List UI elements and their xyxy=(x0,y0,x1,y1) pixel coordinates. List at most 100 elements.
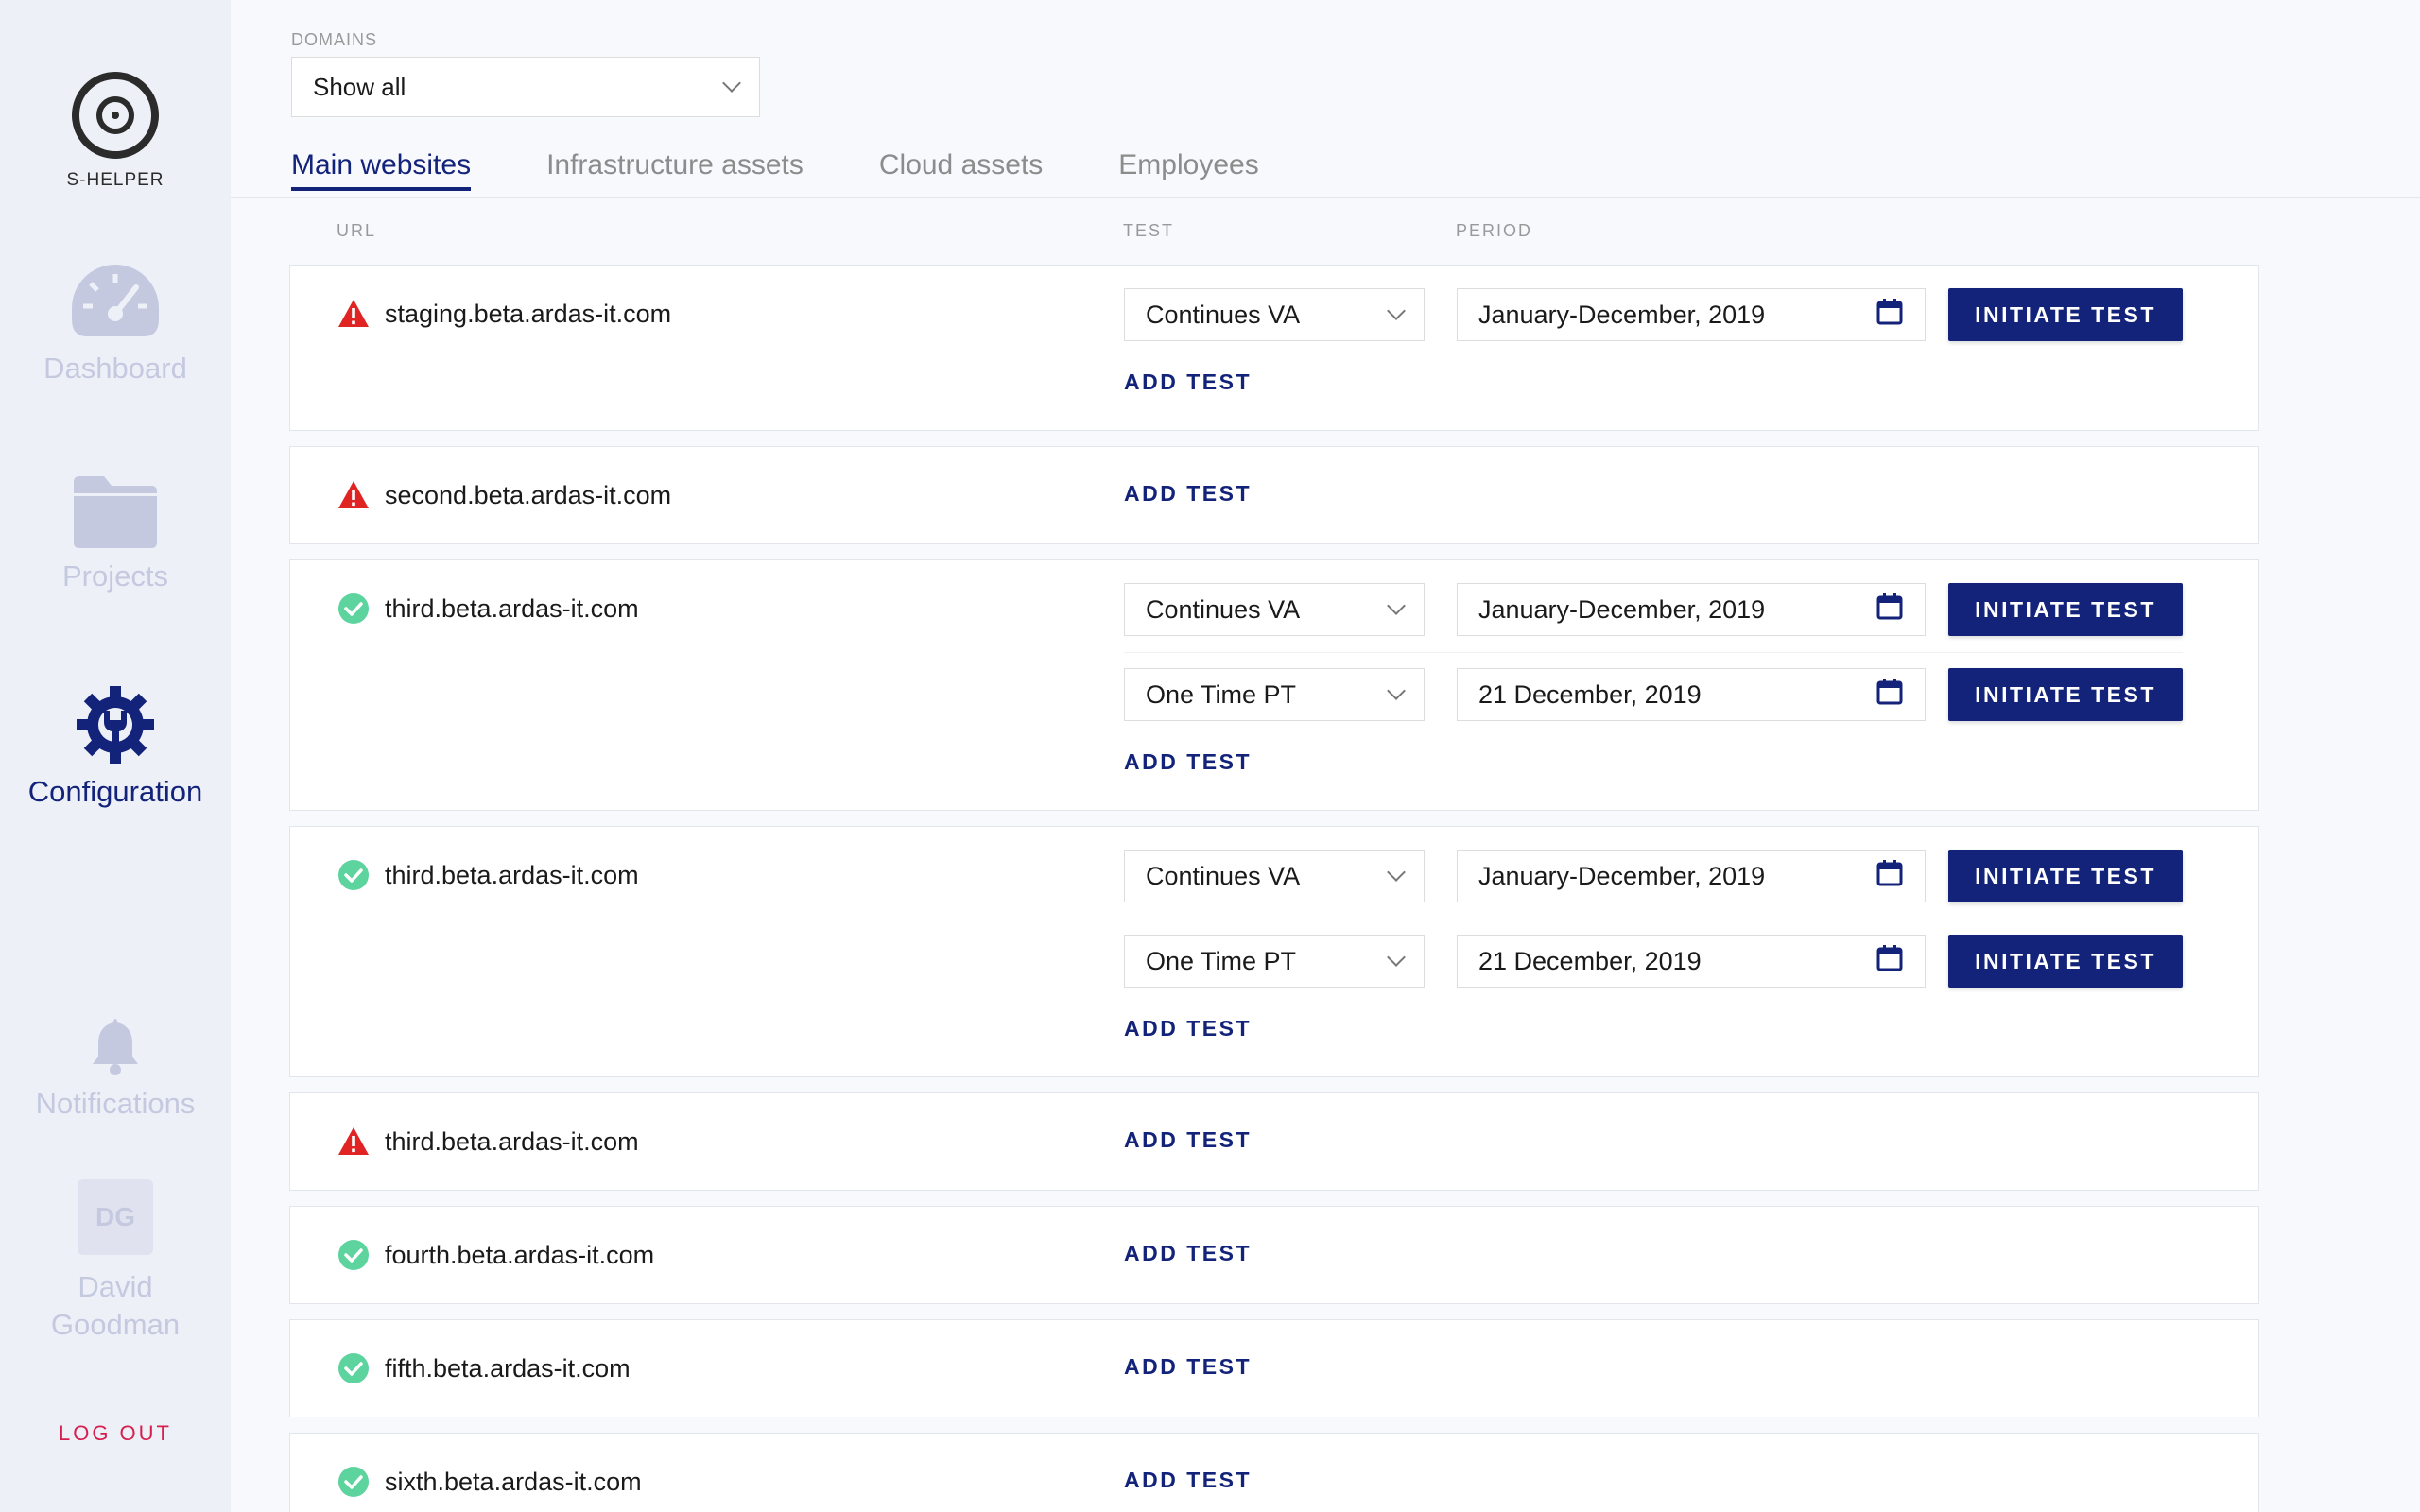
initiate-test-button[interactable]: INITIATE TEST xyxy=(1948,935,2183,988)
tab-bar: Main websites Infrastructure assets Clou… xyxy=(291,149,1335,191)
add-test-button[interactable]: ADD TEST xyxy=(1124,1241,1252,1266)
calendar-icon[interactable] xyxy=(1876,678,1904,713)
period-value: 21 December, 2019 xyxy=(1478,946,1702,975)
row-url: fifth.beta.ardas-it.com xyxy=(385,1354,631,1383)
add-test-button[interactable]: ADD TEST xyxy=(1124,1127,1252,1153)
bell-icon xyxy=(93,1019,138,1075)
test-type-select[interactable]: One Time PT xyxy=(1124,668,1425,721)
initiate-test-button[interactable]: INITIATE TEST xyxy=(1948,668,2183,721)
tab-cloud-assets[interactable]: Cloud assets xyxy=(879,149,1043,191)
chevron-down-icon xyxy=(1387,596,1406,615)
row-url: staging.beta.ardas-it.com xyxy=(385,300,672,328)
row-url: sixth.beta.ardas-it.com xyxy=(385,1468,642,1496)
period-input[interactable]: January-December, 2019 xyxy=(1457,288,1926,341)
table-row: fifth.beta.ardas-it.com ADD TEST xyxy=(289,1319,2259,1418)
chevron-down-icon xyxy=(1387,948,1406,967)
check-circle-icon xyxy=(337,1466,370,1498)
initiate-test-button[interactable]: INITIATE TEST xyxy=(1948,850,2183,902)
calendar-icon[interactable] xyxy=(1876,298,1904,333)
table-row: third.beta.ardas-it.com ADD TEST xyxy=(289,1092,2259,1191)
initiate-test-button[interactable]: INITIATE TEST xyxy=(1948,288,2183,341)
chevron-down-icon xyxy=(1387,681,1406,700)
add-test-button[interactable]: ADD TEST xyxy=(1124,481,1252,507)
domains-selected-value: Show all xyxy=(313,72,406,101)
tabs-divider xyxy=(231,197,2420,198)
check-circle-icon xyxy=(337,859,370,891)
test-type-value: Continues VA xyxy=(1146,300,1301,329)
table-row: third.beta.ardas-it.com Continues VA Janua… xyxy=(289,826,2259,1077)
test-type-select[interactable]: Continues VA xyxy=(1124,850,1425,902)
calendar-icon[interactable] xyxy=(1876,593,1904,627)
nav-dashboard[interactable]: Dashboard xyxy=(0,261,231,386)
test-type-select[interactable]: One Time PT xyxy=(1124,935,1425,988)
nav-projects[interactable]: Projects xyxy=(0,472,231,593)
period-value: January-December, 2019 xyxy=(1478,594,1766,624)
chevron-down-icon xyxy=(1387,863,1406,882)
nav-notifications[interactable]: Notifications xyxy=(0,1015,231,1121)
add-test-button[interactable]: ADD TEST xyxy=(1124,1016,1252,1041)
period-value: January-December, 2019 xyxy=(1478,861,1766,890)
calendar-icon[interactable] xyxy=(1876,859,1904,894)
warning-icon xyxy=(337,298,370,330)
nav-projects-label: Projects xyxy=(62,559,168,593)
table-row: staging.beta.ardas-it.com Continues VA Jan… xyxy=(289,265,2259,431)
warning-icon xyxy=(337,479,370,511)
tab-main-websites[interactable]: Main websites xyxy=(291,149,472,191)
period-input[interactable]: 21 December, 2019 xyxy=(1457,935,1926,988)
row-url: second.beta.ardas-it.com xyxy=(385,481,672,509)
test-type-value: Continues VA xyxy=(1146,594,1301,624)
domains-label: DOMAINS xyxy=(291,30,378,49)
user-profile[interactable]: DG David Goodman xyxy=(0,1179,231,1344)
period-input[interactable]: January-December, 2019 xyxy=(1457,850,1926,902)
column-header-url: URL xyxy=(337,221,377,240)
folder-icon xyxy=(74,476,157,548)
add-test-button[interactable]: ADD TEST xyxy=(1124,1468,1252,1493)
search-lock-icon xyxy=(72,72,159,159)
test-divider xyxy=(1124,652,2183,653)
calendar-icon[interactable] xyxy=(1876,944,1904,979)
avatar: DG xyxy=(78,1179,153,1255)
row-url: fourth.beta.ardas-it.com xyxy=(385,1241,655,1269)
user-name: David Goodman xyxy=(50,1270,181,1341)
test-type-select[interactable]: Continues VA xyxy=(1124,288,1425,341)
add-test-button[interactable]: ADD TEST xyxy=(1124,1354,1252,1380)
row-url: third.beta.ardas-it.com xyxy=(385,861,639,889)
column-header-period: PERIOD xyxy=(1456,221,1533,240)
warning-icon xyxy=(337,1125,370,1158)
nav-notifications-label: Notifications xyxy=(35,1087,196,1120)
column-header-test: TEST xyxy=(1123,221,1175,240)
row-url: third.beta.ardas-it.com xyxy=(385,594,639,623)
gear-wrench-icon xyxy=(77,686,154,764)
tab-infrastructure-assets[interactable]: Infrastructure assets xyxy=(546,149,804,191)
speedometer-icon xyxy=(72,265,159,336)
table-row: sixth.beta.ardas-it.com ADD TEST xyxy=(289,1433,2259,1512)
nav-configuration[interactable]: Configuration xyxy=(0,684,231,809)
domains-select[interactable]: Show all xyxy=(291,57,760,117)
test-type-select[interactable]: Continues VA xyxy=(1124,583,1425,636)
check-circle-icon xyxy=(337,1239,370,1271)
row-url: third.beta.ardas-it.com xyxy=(385,1127,639,1156)
brand-name: S-HELPER xyxy=(66,170,164,190)
add-test-button[interactable]: ADD TEST xyxy=(1124,749,1252,775)
chevron-down-icon xyxy=(1387,301,1406,320)
period-input[interactable]: January-December, 2019 xyxy=(1457,583,1926,636)
test-type-value: One Time PT xyxy=(1146,679,1297,709)
table-row: third.beta.ardas-it.com Continues VA Janua… xyxy=(289,559,2259,811)
period-input[interactable]: 21 December, 2019 xyxy=(1457,668,1926,721)
brand-logo[interactable]: S-HELPER xyxy=(0,72,231,191)
check-circle-icon xyxy=(337,1352,370,1384)
nav-configuration-label: Configuration xyxy=(27,775,203,808)
chevron-down-icon xyxy=(722,74,741,93)
test-type-value: Continues VA xyxy=(1146,861,1301,890)
table-row: fourth.beta.ardas-it.com ADD TEST xyxy=(289,1206,2259,1304)
test-type-value: One Time PT xyxy=(1146,946,1297,975)
check-circle-icon xyxy=(337,593,370,625)
add-test-button[interactable]: ADD TEST xyxy=(1124,369,1252,395)
period-value: 21 December, 2019 xyxy=(1478,679,1702,709)
nav-dashboard-label: Dashboard xyxy=(43,352,187,385)
logout-button[interactable]: LOG OUT xyxy=(0,1421,231,1446)
initiate-test-button[interactable]: INITIATE TEST xyxy=(1948,583,2183,636)
tab-employees[interactable]: Employees xyxy=(1118,149,1258,191)
table-row: second.beta.ardas-it.com ADD TEST xyxy=(289,446,2259,544)
period-value: January-December, 2019 xyxy=(1478,300,1766,329)
